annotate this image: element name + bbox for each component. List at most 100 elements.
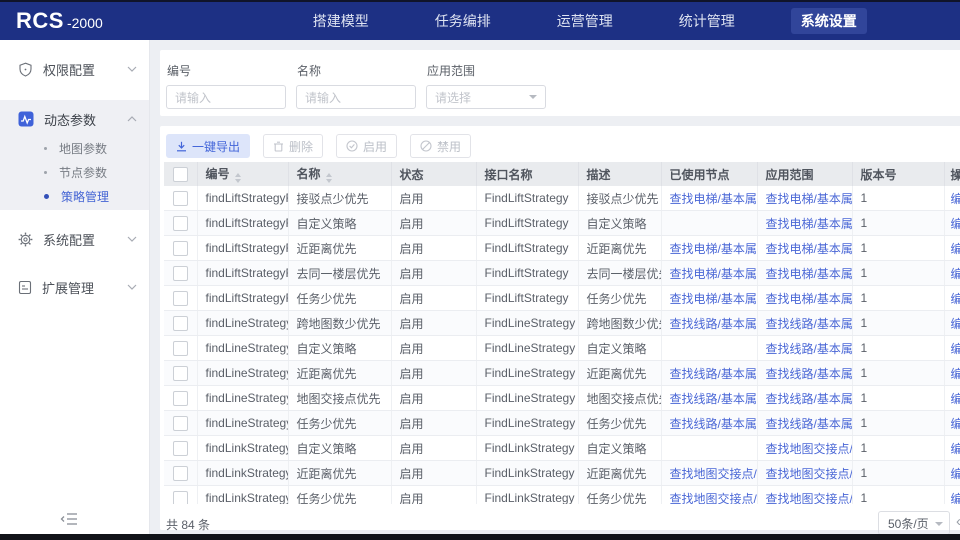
row-checkbox[interactable] <box>173 191 188 206</box>
filter-field-scope: 应用范围 请选择 <box>426 60 546 109</box>
row-checkbox[interactable] <box>173 491 188 504</box>
edit-link[interactable]: 编辑 <box>951 392 960 406</box>
edit-link[interactable]: 编辑 <box>951 492 960 505</box>
cell-used-nodes-link[interactable]: 查找线路/基本属性/查找 <box>661 311 757 336</box>
cell-name: 自定义策略 <box>288 436 391 461</box>
cell-used-nodes-link[interactable]: 查找线路/基本属性/查找 <box>661 361 757 386</box>
cell-id: findLiftStrategyForC... <box>197 186 288 211</box>
cell-interface: FindLinkStrategy <box>476 461 578 486</box>
edit-link[interactable]: 编辑 <box>951 342 960 356</box>
select-all-checkbox[interactable] <box>173 167 188 182</box>
edit-link[interactable]: 编辑 <box>951 267 960 281</box>
sidebar-collapse-button[interactable] <box>60 512 78 526</box>
cell-scope-link[interactable]: 查找电梯/基本属性/查找 <box>757 261 852 286</box>
cell-scope-link[interactable]: 查找地图交接点/基本属性 <box>757 461 852 486</box>
row-checkbox[interactable] <box>173 316 188 331</box>
row-checkbox[interactable] <box>173 241 188 256</box>
column-header-interface: 接口名称 <box>476 162 578 186</box>
cell-used-nodes-link[interactable]: 查找电梯/基本属性/查找 <box>661 261 757 286</box>
cell-scope-link[interactable]: 查找电梯/基本属性/查找 <box>757 186 852 211</box>
sidebar-item-dynamic-params[interactable]: 动态参数 <box>0 102 149 136</box>
cell-used-nodes-link[interactable]: 查找线路/基本属性/查找 <box>661 411 757 436</box>
cell-scope-link[interactable]: 查找线路/基本属性/查找 <box>757 336 852 361</box>
edit-link[interactable]: 编辑 <box>951 367 960 381</box>
cell-scope-link[interactable]: 查找电梯/基本属性/查找 <box>757 211 852 236</box>
chevron-down-icon <box>935 522 943 526</box>
sidebar-item-extension-management[interactable]: 扩展管理 <box>0 270 149 304</box>
cell-desc: 任务少优先 <box>578 411 661 436</box>
id-filter-input[interactable]: 请输入 <box>166 85 286 109</box>
cell-status: 启用 <box>391 361 476 386</box>
cell-status: 启用 <box>391 211 476 236</box>
cell-used-nodes-link[interactable]: 查找地图交接点/基本属性 <box>661 486 757 505</box>
cell-interface: FindLineStrategy <box>476 336 578 361</box>
row-checkbox[interactable] <box>173 216 188 231</box>
row-checkbox[interactable] <box>173 341 188 356</box>
sidebar-item-permission-config[interactable]: 权限配置 <box>0 52 149 86</box>
column-label: 操作 <box>951 168 960 182</box>
sidebar-item-system-config[interactable]: 系统配置 <box>0 222 149 256</box>
cell-interface: FindLiftStrategy <box>476 186 578 211</box>
cell-scope-link[interactable]: 查找线路/基本属性/查找 <box>757 386 852 411</box>
cell-status: 启用 <box>391 311 476 336</box>
row-checkbox[interactable] <box>173 291 188 306</box>
row-checkbox[interactable] <box>173 441 188 456</box>
cell-desc: 接驳点少优先 <box>578 186 661 211</box>
sidebar-subitem-node-params[interactable]: 节点参数 <box>0 160 149 184</box>
cell-name: 任务少优先 <box>288 411 391 436</box>
cell-used-nodes-link[interactable]: 查找电梯/基本属性/查找 <box>661 186 757 211</box>
cell-scope-link[interactable]: 查找地图交接点/基本属性 <box>757 486 852 505</box>
nav-item-system-settings[interactable]: 系统设置 <box>791 8 867 34</box>
sort-carets-icon[interactable] <box>235 173 241 183</box>
cell-scope-link[interactable]: 查找电梯/基本属性/查找 <box>757 236 852 261</box>
delete-button[interactable]: 删除 <box>263 134 323 158</box>
cell-used-nodes-link[interactable]: 查找线路/基本属性/查找 <box>661 386 757 411</box>
sidebar-subitem-strategy-management[interactable]: 策略管理 <box>0 184 149 208</box>
cell-status: 启用 <box>391 236 476 261</box>
edit-link[interactable]: 编辑 <box>951 192 960 206</box>
disable-button[interactable]: 禁用 <box>410 134 471 158</box>
chevron-up-icon <box>127 116 137 122</box>
cell-version: 1 <box>852 386 944 411</box>
name-filter-input[interactable]: 请输入 <box>296 85 416 109</box>
edit-link[interactable]: 编辑 <box>951 317 960 331</box>
column-header-id[interactable]: 编号 <box>197 162 288 186</box>
cell-scope-link[interactable]: 查找线路/基本属性/查找 <box>757 411 852 436</box>
row-checkbox[interactable] <box>173 416 188 431</box>
edit-link[interactable]: 编辑 <box>951 442 960 456</box>
cell-used-nodes-link[interactable]: 查找电梯/基本属性/查找 <box>661 236 757 261</box>
export-button[interactable]: 一键导出 <box>166 134 250 158</box>
cell-used-nodes-link[interactable]: 查找电梯/基本属性/查找 <box>661 286 757 311</box>
cell-scope-link[interactable]: 查找线路/基本属性/查找 <box>757 311 852 336</box>
row-checkbox[interactable] <box>173 266 188 281</box>
cell-name: 接驳点少优先 <box>288 186 391 211</box>
sort-carets-icon[interactable] <box>326 173 332 183</box>
edit-link[interactable]: 编辑 <box>951 417 960 431</box>
edit-link[interactable]: 编辑 <box>951 217 960 231</box>
cell-id: findLineStrategyForT... <box>197 411 288 436</box>
row-checkbox[interactable] <box>173 466 188 481</box>
edit-link[interactable]: 编辑 <box>951 242 960 256</box>
cell-desc: 自定义策略 <box>578 436 661 461</box>
enable-button[interactable]: 启用 <box>336 134 397 158</box>
sidebar-subitem-map-params[interactable]: 地图参数 <box>0 136 149 160</box>
cell-scope-link[interactable]: 查找线路/基本属性/查找 <box>757 361 852 386</box>
nav-item-statistics-management[interactable]: 统计管理 <box>669 8 745 34</box>
scope-filter-select[interactable]: 请选择 <box>426 85 546 109</box>
row-checkbox[interactable] <box>173 366 188 381</box>
prev-page-button[interactable]: ‹ <box>956 513 960 530</box>
cell-used-nodes-link[interactable]: 查找地图交接点/基本属性 <box>661 461 757 486</box>
chevron-down-icon <box>529 95 537 99</box>
column-header-name[interactable]: 名称 <box>288 162 391 186</box>
nav-item-task-orchestration[interactable]: 任务编排 <box>425 8 501 34</box>
page-size-select[interactable]: 50条/页 <box>878 511 950 535</box>
cell-scope-link[interactable]: 查找电梯/基本属性/查找 <box>757 286 852 311</box>
cell-interface: FindLineStrategy <box>476 411 578 436</box>
edit-link[interactable]: 编辑 <box>951 467 960 481</box>
row-checkbox[interactable] <box>173 391 188 406</box>
cell-scope-link[interactable]: 查找地图交接点/基本属性 <box>757 436 852 461</box>
edit-link[interactable]: 编辑 <box>951 292 960 306</box>
nav-item-operation-management[interactable]: 运营管理 <box>547 8 623 34</box>
nav-item-build-model[interactable]: 搭建模型 <box>303 8 379 34</box>
filter-label: 名称 <box>297 62 416 79</box>
